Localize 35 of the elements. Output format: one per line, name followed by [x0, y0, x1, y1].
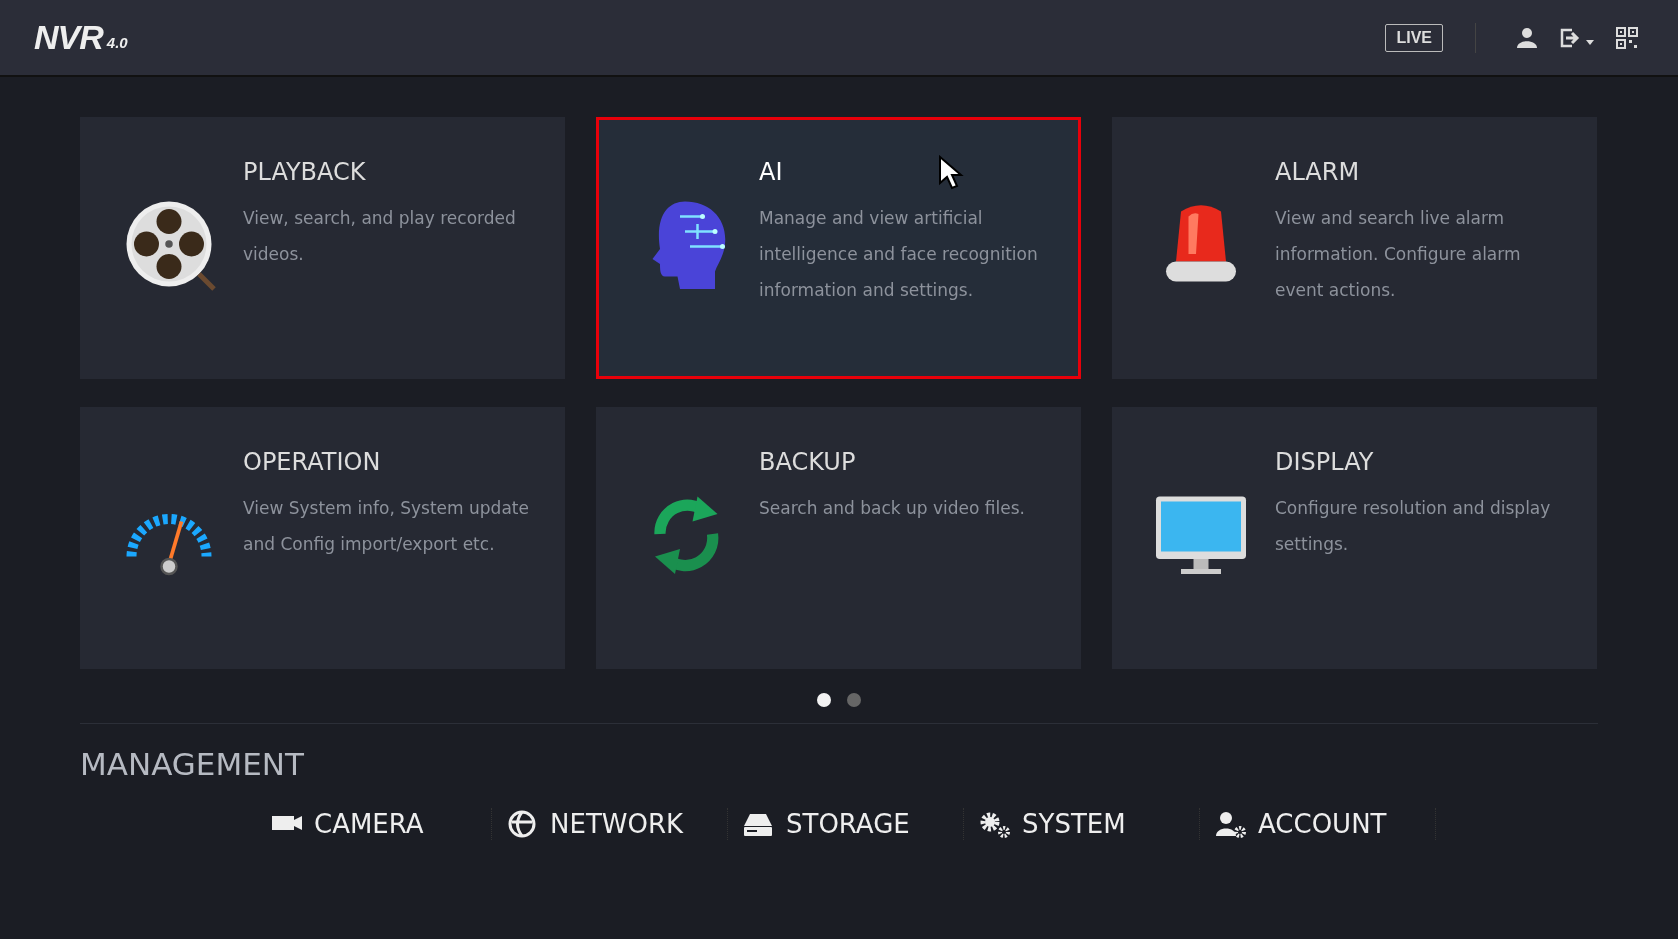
management-item[interactable]: NETWORK	[492, 808, 728, 840]
mouse-cursor-icon	[938, 155, 964, 191]
card-description: Manage and view artificial intelligence and face recognition information and settings.	[759, 207, 1039, 302]
card-title: ALARM	[1275, 158, 1360, 186]
card-description: View and search live alarm information. Configure alarm event actions.	[1275, 207, 1522, 302]
logout-icon[interactable]	[1558, 26, 1596, 49]
user-icon[interactable]	[1516, 26, 1538, 49]
qr-code-icon[interactable]	[1616, 26, 1638, 49]
card-description: Configure resolution and display settings.	[1275, 497, 1552, 556]
page-dot[interactable]	[817, 693, 831, 707]
menu-card[interactable]: PLAYBACK View, search, and play recorded videos.	[80, 117, 565, 379]
logo-version: 4.0	[106, 34, 128, 51]
card-description: View, search, and play recorded videos.	[243, 207, 517, 266]
gears-icon	[978, 810, 1012, 838]
card-title: BACKUP	[759, 448, 856, 476]
user-gear-icon	[1214, 810, 1248, 838]
live-button[interactable]: LIVE	[1385, 23, 1443, 52]
menu-card[interactable]: OPERATION View System info, System update and Config import/export etc.	[80, 407, 565, 669]
management-item[interactable]: SYSTEM	[964, 808, 1200, 840]
menu-card[interactable]: AI Manage and view artificial intelligence and face recognition information and settings.	[596, 117, 1081, 379]
card-description: View System info, System update and Config import/export etc.	[243, 497, 530, 556]
card-description: Search and back up video files.	[759, 497, 1025, 520]
card-title: PLAYBACK	[243, 158, 366, 186]
menu-card[interactable]: DISPLAY Configure resolution and display settings.	[1112, 407, 1597, 669]
menu-card[interactable]: BACKUP Search and back up video files.	[596, 407, 1081, 669]
management-item[interactable]: CAMERA	[256, 808, 492, 840]
card-title: DISPLAY	[1275, 448, 1374, 476]
management-item[interactable]: STORAGE	[728, 808, 964, 840]
card-title: OPERATION	[243, 448, 381, 476]
management-item[interactable]: ACCOUNT	[1200, 808, 1436, 840]
card-title: AI	[759, 158, 783, 186]
section-title: MANAGEMENT	[80, 746, 305, 782]
menu-card[interactable]: ALARM View and search live alarm information. Configure alarm event actions.	[1112, 117, 1597, 379]
logo: NVR	[34, 18, 103, 57]
page-dot[interactable]	[847, 693, 861, 707]
